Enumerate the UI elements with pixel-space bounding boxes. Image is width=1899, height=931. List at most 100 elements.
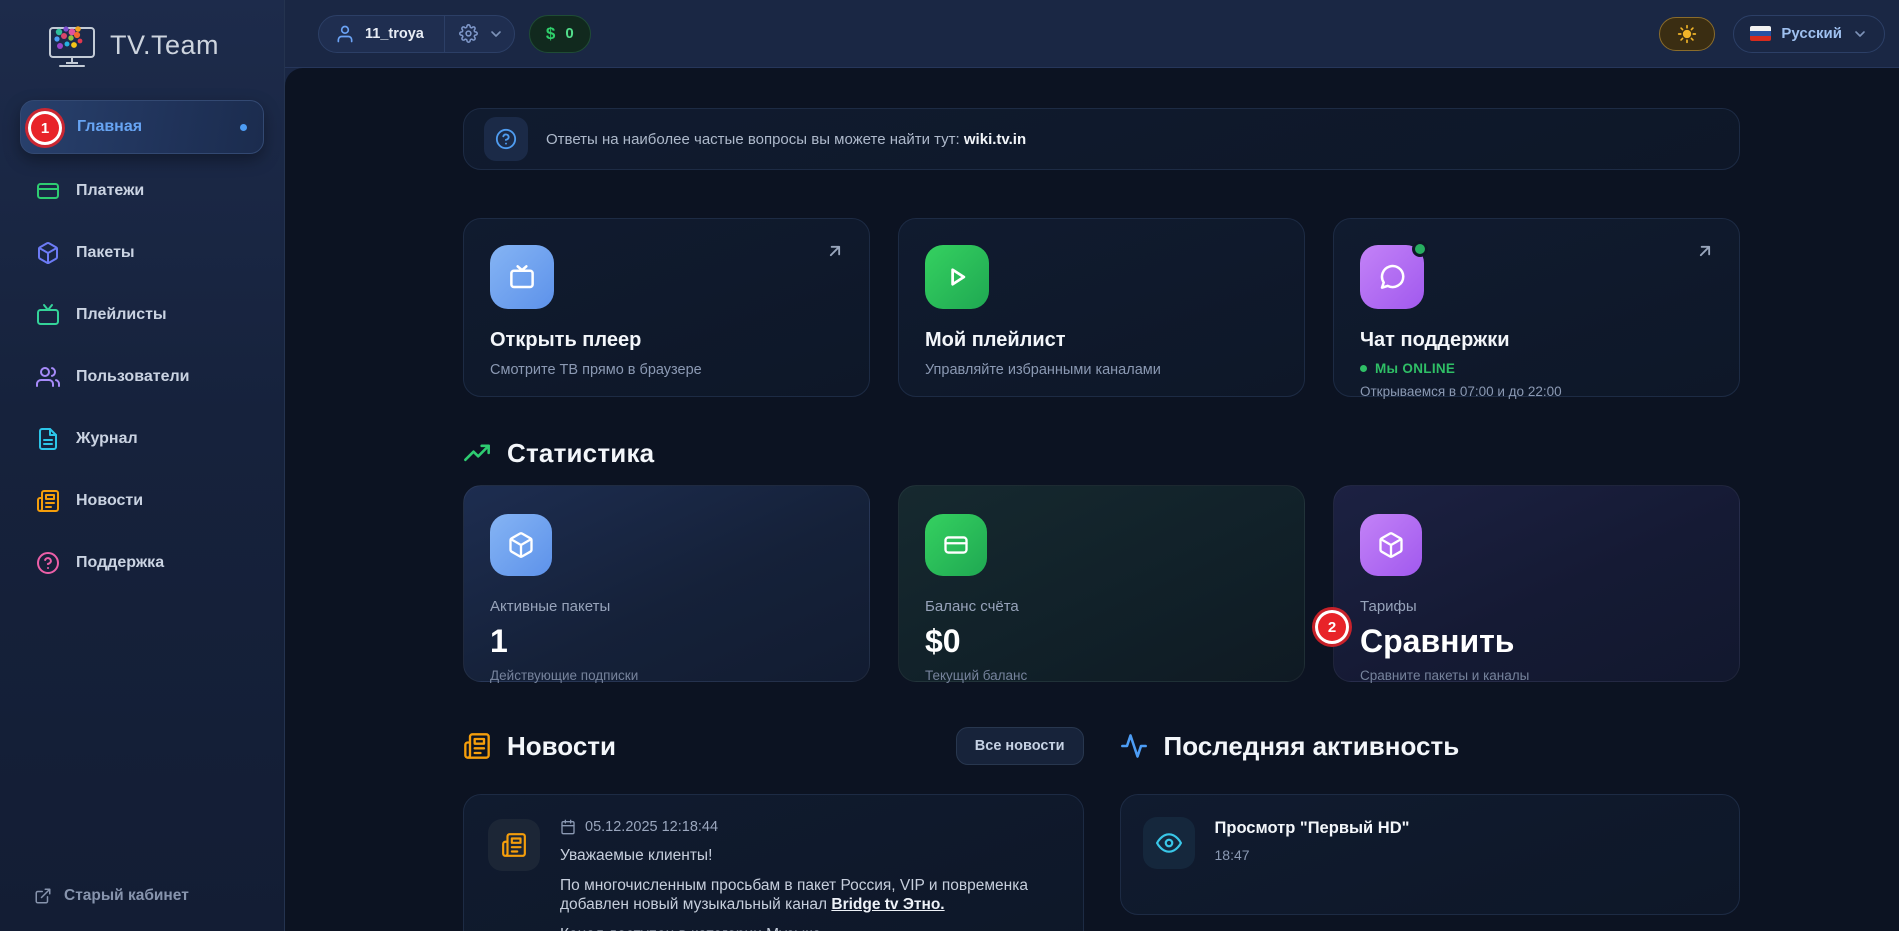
sidebar-item-label: Пользователи [76,368,189,386]
sun-icon [1677,24,1697,44]
card-title: Открыть плеер [490,329,843,352]
news-channel-link[interactable]: Bridge tv Этно. [831,896,944,913]
help-circle-icon [495,128,517,150]
news-heading: Новости Все новости [463,726,1084,766]
gear-icon[interactable] [459,24,478,43]
file-text-icon [36,427,60,451]
open-player-card[interactable]: Открыть плеер Смотрите ТВ прямо в браузе… [463,218,870,397]
my-playlist-card[interactable]: Мой плейлист Управляйте избранными канал… [898,218,1305,397]
sidebar-item-payments[interactable]: Платежи [20,166,264,216]
sidebar-item-packages[interactable]: Пакеты [20,228,264,278]
sidebar-item-playlists[interactable]: Плейлисты [20,290,264,340]
annotation-badge-2: 2 [1318,613,1346,641]
faq-wiki-link[interactable]: wiki.tv.in [964,131,1026,148]
news-line: Уважаемые клиенты! [560,846,1059,865]
activity-body: Просмотр "Первый HD" 18:47 [1215,817,1410,863]
sidebar-nav: Главная Платежи Пакеты Плейлисты [0,100,284,588]
brand-name: TV.Team [110,30,219,61]
users-icon [36,365,60,389]
arrow-up-right-icon [825,241,845,261]
sidebar-item-label: Журнал [76,430,138,448]
user-menu[interactable]: 11_troya [318,15,515,53]
trending-up-icon [463,440,491,468]
action-cards: Открыть плеер Смотрите ТВ прямо в браузе… [463,218,1740,397]
stat-value: Сравнить [1360,623,1713,660]
support-hours: Открываемся в 07:00 и до 22:00 [1360,384,1713,399]
sidebar-item-users[interactable]: Пользователи [20,352,264,402]
activity-column: Последняя активность Просмотр "Первый HD… [1120,726,1741,931]
play-icon [942,262,972,292]
language-label: Русский [1781,25,1842,42]
newspaper-icon [501,832,527,858]
balance-tile [925,514,987,576]
activity-item[interactable]: Просмотр "Первый HD" 18:47 [1120,794,1741,915]
stat-sub: Действующие подписки [490,668,843,683]
packages-tile [490,514,552,576]
stat-value: 1 [490,623,843,660]
statistics-heading: Статистика [463,438,1740,469]
content: Ответы на наиболее частые вопросы вы мож… [285,68,1899,931]
russian-flag-icon [1750,26,1771,41]
stat-label: Баланс счёта [925,598,1278,615]
support-chat-card[interactable]: Чат поддержки Мы ONLINE Открываемся в 07… [1333,218,1740,397]
sidebar-item-label: Платежи [76,182,144,200]
active-packages-card[interactable]: Активные пакеты 1 Действующие подписки [463,485,870,682]
external-link-icon [34,887,52,905]
arrow-up-right-icon [1695,241,1715,261]
package-icon [1377,531,1405,559]
old-cabinet-label: Старый кабинет [64,887,189,905]
online-status: Мы ONLINE [1360,361,1713,376]
news-date-row: 05.12.2025 12:18:44 [560,819,1059,835]
sidebar-item-label: Плейлисты [76,306,167,324]
chevron-down-icon [488,26,504,42]
tariffs-tile [1360,514,1422,576]
user-icon [335,24,355,44]
stat-sub: Сравните пакеты и каналы [1360,668,1713,683]
news-icon-tile [488,819,540,871]
topbar-right: Русский [1659,15,1885,53]
section-title: Статистика [507,438,654,469]
username: 11_troya [365,26,424,42]
credit-card-icon [36,179,60,203]
newspaper-icon [36,489,60,513]
faq-banner: Ответы на наиболее частые вопросы вы мож… [463,108,1740,170]
package-icon [36,241,60,265]
credit-card-icon [942,531,970,559]
news-body: 05.12.2025 12:18:44 Уважаемые клиенты! П… [560,819,1059,931]
topbar: 11_troya $ 0 Русский [285,0,1899,68]
stat-cards: Активные пакеты 1 Действующие подписки Б… [463,485,1740,682]
sidebar-item-journal[interactable]: Журнал [20,414,264,464]
balance-card[interactable]: Баланс счёта $0 Текущий баланс [898,485,1305,682]
main-area: 11_troya $ 0 Русский [285,0,1899,931]
card-title: Чат поддержки [1360,329,1713,352]
help-icon-tile [484,117,528,161]
activity-pulse-icon [1120,732,1148,760]
chat-tile [1360,245,1424,309]
news-column: Новости Все новости [463,726,1084,931]
language-selector[interactable]: Русский [1733,15,1885,53]
balance-chip[interactable]: $ 0 [529,15,591,53]
theme-toggle[interactable] [1659,17,1715,51]
currency-symbol: $ [546,24,555,44]
playlist-tile [925,245,989,309]
news-item[interactable]: 05.12.2025 12:18:44 Уважаемые клиенты! П… [463,794,1084,931]
tariffs-compare-card[interactable]: Тарифы Сравнить Сравните пакеты и каналы [1333,485,1740,682]
online-status-dot [1412,241,1428,257]
calendar-icon [560,819,576,835]
online-label: Мы ONLINE [1375,361,1455,376]
stat-sub: Текущий баланс [925,668,1278,683]
section-title: Последняя активность [1164,731,1460,762]
card-subtitle: Смотрите ТВ прямо в браузере [490,362,843,378]
sidebar-item-support[interactable]: Поддержка [20,538,264,588]
card-subtitle: Управляйте избранными каналами [925,362,1278,378]
news-line: По многочисленным просьбам в пакет Росси… [560,876,1059,914]
old-cabinet-link[interactable]: Старый кабинет [34,887,189,905]
sidebar-item-news[interactable]: Новости [20,476,264,526]
brand-logo[interactable]: TV.Team [0,0,284,86]
active-dot [240,124,247,131]
all-news-button[interactable]: Все новости [956,727,1084,765]
annotation-badge-1: 1 [31,114,59,142]
sidebar-item-label: Пакеты [76,244,135,262]
stat-value: $0 [925,623,1278,660]
section-title: Новости [507,731,616,762]
